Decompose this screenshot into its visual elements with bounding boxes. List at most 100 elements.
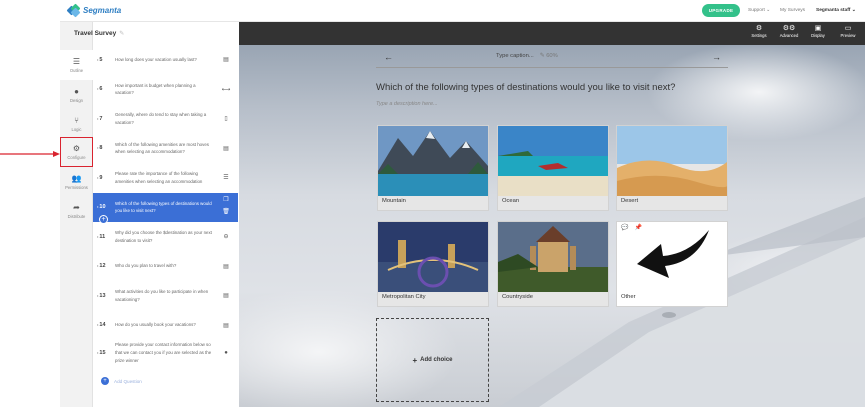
- question-row[interactable]: •15 Please provide your contact informat…: [93, 338, 238, 368]
- question-type-icon: ▤: [223, 263, 229, 270]
- question-row[interactable]: •11 Why did you choose the $destination …: [93, 222, 238, 252]
- choice-label: Countryside: [502, 294, 533, 300]
- add-question-label: Add Question: [114, 378, 142, 384]
- question-type-icon: ▤: [223, 322, 229, 329]
- question-nav: ← Type caption... ✎ 60% →: [376, 51, 728, 65]
- rail-label: Permissions: [65, 184, 88, 190]
- rail-item-outline[interactable]: ☰ Outline: [60, 50, 93, 80]
- advanced-button[interactable]: ⚙⚙ Advanced: [776, 25, 802, 38]
- add-choice-button[interactable]: + Add choice: [376, 318, 489, 402]
- pencil-icon[interactable]: ✎: [119, 31, 124, 37]
- question-row[interactable]: •14 How do you usually book your vacatio…: [93, 311, 238, 341]
- trash-icon[interactable]: 🗑: [221, 208, 231, 215]
- my-surveys-link[interactable]: My Surveys: [780, 8, 805, 13]
- choice-card-mountain[interactable]: Mountain: [377, 125, 489, 211]
- left-rail: ☰ Outline ● Design ⑂ Logic ⚙ Configure 👥…: [60, 22, 93, 407]
- caption-field[interactable]: Type caption... ✎ 60%: [496, 53, 558, 59]
- choice-label: Ocean: [502, 198, 520, 204]
- question-type-icon: ▤: [223, 293, 229, 300]
- question-row[interactable]: •8 Which of the following amenities are …: [93, 134, 238, 164]
- choice-label: Mountain: [382, 198, 406, 204]
- question-type-icon: ☰: [223, 175, 229, 182]
- city-image: [378, 222, 488, 292]
- toolbar-label: Advanced: [779, 33, 799, 38]
- rail-item-distribute[interactable]: ➦ Distribute: [60, 196, 93, 226]
- list-icon: ☰: [72, 56, 81, 66]
- question-text: Which of the following amenities are mos…: [115, 141, 209, 155]
- other-arrow-image: [617, 222, 727, 292]
- rail-item-logic[interactable]: ⑂ Logic: [60, 109, 93, 139]
- top-bar: Segmanta UPGRADE Support ⌄ My Surveys Se…: [60, 0, 865, 22]
- user-menu[interactable]: Segmanta staff ⌄: [816, 8, 856, 13]
- progress-percent: 60%: [546, 53, 558, 59]
- choice-card-countryside[interactable]: Countryside: [497, 221, 609, 307]
- logo[interactable]: Segmanta: [66, 3, 122, 18]
- logo-text: Segmanta: [83, 6, 122, 15]
- question-row[interactable]: •9 Please rate the importance of the fol…: [93, 163, 238, 193]
- display-button[interactable]: ▣ Display: [805, 25, 831, 38]
- rail-label: Logic: [71, 126, 82, 132]
- countryside-image: [498, 222, 608, 292]
- preview-canvas: ⚙ Settings ⚙⚙ Advanced ▣ Display ▭ Previ…: [239, 22, 865, 407]
- question-type-icon: ▯: [224, 116, 228, 123]
- add-choice-label: Add choice: [420, 357, 453, 363]
- comment-icon[interactable]: 💬: [621, 224, 628, 231]
- rail-label: Design: [69, 97, 84, 103]
- question-text: How important is budget when planning a …: [115, 82, 196, 96]
- rail-item-permissions[interactable]: 👥 Permissions: [60, 167, 93, 197]
- gear-icon: ⚙: [755, 25, 763, 32]
- duplicate-icon[interactable]: ❐: [221, 196, 231, 203]
- question-text: Who do you plan to travel with?: [115, 263, 177, 269]
- toolbar-label: Display: [811, 33, 825, 38]
- rail-label: Outline: [69, 67, 84, 73]
- other-choice-tools: 💬 📌: [621, 224, 642, 231]
- share-icon: ➦: [73, 202, 80, 212]
- airplane-wing-background: [499, 197, 865, 407]
- question-title[interactable]: Which of the following types of destinat…: [376, 82, 675, 93]
- question-row[interactable]: •12 Who do you plan to travel with? ▤: [93, 252, 238, 282]
- support-menu[interactable]: Support ⌄: [748, 8, 770, 13]
- plus-icon: +: [412, 355, 418, 365]
- app-root: Segmanta UPGRADE Support ⌄ My Surveys Se…: [0, 0, 865, 407]
- choice-card-other[interactable]: 💬 📌 Other: [616, 221, 728, 307]
- question-text: How do you usually book your vacations?: [115, 322, 196, 328]
- display-icon: ▣: [814, 25, 822, 32]
- choice-card-metropolitan-city[interactable]: Metropolitan City: [377, 221, 489, 307]
- gear-icon: ⚙: [72, 143, 81, 153]
- rail-item-configure[interactable]: ⚙ Configure: [60, 137, 93, 167]
- choice-label: Metropolitan City: [382, 294, 426, 300]
- question-text: How long does your vacation usually last…: [115, 56, 197, 62]
- question-type-icon: ⟷: [221, 86, 231, 93]
- survey-title[interactable]: Travel Survey ✎: [74, 30, 124, 37]
- prev-arrow-icon[interactable]: ←: [384, 51, 393, 63]
- annotation-arrow: [0, 151, 60, 157]
- insert-question-icon[interactable]: +: [99, 215, 108, 224]
- question-row[interactable]: •7 Generally, where do tend to stay when…: [93, 104, 238, 134]
- question-row-selected[interactable]: •10 Which of the following types of dest…: [93, 192, 238, 222]
- choice-card-ocean[interactable]: Ocean: [497, 125, 609, 211]
- preview-button[interactable]: ▭ Preview: [835, 25, 861, 38]
- rail-item-design[interactable]: ● Design: [60, 80, 93, 110]
- question-row[interactable]: •6 How important is budget when planning…: [93, 75, 238, 105]
- editor-toolbar: ⚙ Settings ⚙⚙ Advanced ▣ Display ▭ Previ…: [239, 22, 865, 45]
- question-text: Please rate the importance of the follow…: [115, 171, 203, 184]
- question-text: Why did you choose the $destination as y…: [115, 230, 212, 243]
- desert-image: [617, 126, 727, 196]
- pin-icon[interactable]: 📌: [634, 224, 641, 231]
- upgrade-button[interactable]: UPGRADE: [702, 4, 740, 17]
- next-arrow-icon[interactable]: →: [712, 51, 721, 63]
- ocean-image: [498, 126, 608, 196]
- survey-title-text: Travel Survey: [74, 30, 117, 37]
- progress-line: [376, 67, 728, 68]
- question-row[interactable]: •13 What activities do you like to parti…: [93, 281, 238, 311]
- choice-card-desert[interactable]: Desert: [616, 125, 728, 211]
- question-text: What activities do you like to participa…: [115, 289, 209, 302]
- settings-button[interactable]: ⚙ Settings: [746, 25, 772, 38]
- question-row[interactable]: •5 How long does your vacation usually l…: [93, 45, 238, 75]
- add-question-button[interactable]: + Add Question: [101, 377, 142, 385]
- choice-label: Desert: [621, 198, 639, 204]
- question-type-icon: ▤: [223, 57, 229, 64]
- question-description[interactable]: Type a description here...: [376, 101, 438, 107]
- question-text: Which of the following types of destinat…: [115, 200, 212, 214]
- question-type-icon: ▤: [223, 145, 229, 152]
